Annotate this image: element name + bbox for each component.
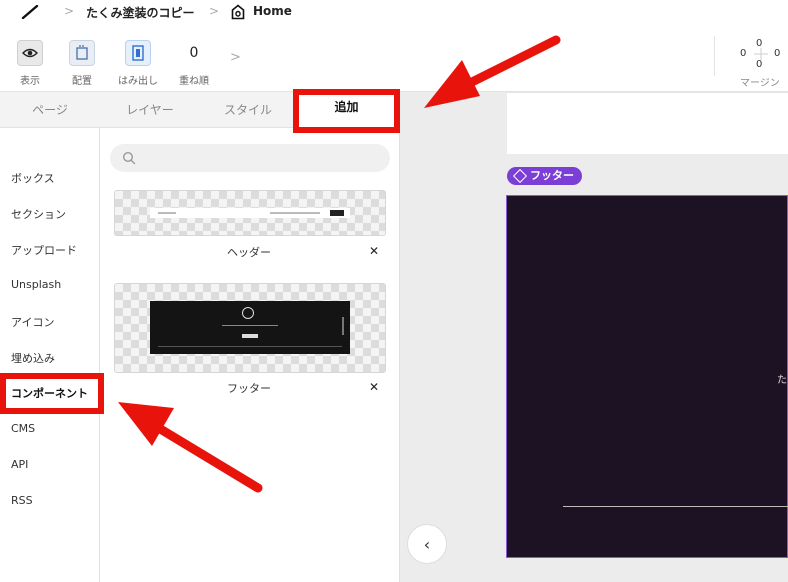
selected-element-badge[interactable]: フッター	[507, 167, 582, 185]
top-toolbar: > たくみ塗装のコピー > Home 表示 配置 はみ出し 0 重ね順 > 0 …	[0, 0, 788, 92]
chevron-right-icon[interactable]: >	[230, 50, 241, 65]
category-section[interactable]: セクション	[11, 206, 66, 222]
eye-icon	[17, 40, 43, 66]
view-label: 表示	[20, 76, 40, 87]
category-api[interactable]: API	[11, 458, 28, 471]
zorder-value[interactable]: 0	[172, 40, 216, 66]
component-header-name: ヘッダー	[227, 246, 271, 259]
pen-icon[interactable]	[20, 5, 40, 19]
footer-text: た	[777, 375, 787, 386]
category-unsplash[interactable]: Unsplash	[11, 278, 61, 291]
position-icon	[69, 40, 95, 66]
design-canvas[interactable]: フッター た ‹	[401, 92, 788, 582]
margin-bottom[interactable]: 0	[756, 59, 762, 70]
left-panel: ページ レイヤー スタイル 追加 ボックス セクション アップロード Unspl…	[0, 89, 400, 582]
footer-component[interactable]: た	[506, 195, 788, 558]
category-component[interactable]: コンポーネント	[0, 373, 104, 414]
view-tool[interactable]: 表示	[8, 40, 52, 87]
footer-divider	[563, 506, 788, 507]
component-header-thumbnail[interactable]	[114, 190, 386, 236]
zorder-label: 重ね順	[179, 76, 209, 87]
margin-left[interactable]: 0	[740, 48, 746, 59]
category-embed[interactable]: 埋め込み	[11, 350, 55, 366]
header-preview	[150, 208, 350, 218]
place-label: 配置	[72, 76, 92, 87]
chevron-left-icon: ‹	[423, 534, 431, 554]
toolbar-divider	[714, 36, 715, 76]
search-input[interactable]	[110, 144, 390, 172]
category-upload[interactable]: アップロード	[11, 242, 77, 258]
overflow-tool[interactable]: はみ出し	[116, 40, 160, 87]
close-icon[interactable]: ✕	[368, 244, 380, 258]
breadcrumb-separator: >	[64, 4, 75, 18]
search-icon	[122, 151, 136, 165]
close-icon[interactable]: ✕	[368, 380, 380, 394]
breadcrumb-page[interactable]: Home	[253, 4, 292, 18]
page-section[interactable]	[507, 92, 788, 154]
component-footer-thumbnail[interactable]	[114, 283, 386, 373]
overflow-label: はみ出し	[118, 76, 158, 87]
breadcrumb-separator: >	[209, 4, 220, 18]
component-diamond-icon	[512, 168, 528, 184]
category-rss[interactable]: RSS	[11, 494, 33, 507]
component-footer-name: フッター	[227, 382, 271, 395]
panel-tabs: ページ レイヤー スタイル 追加	[0, 89, 400, 133]
collapse-panel-button[interactable]: ‹	[407, 524, 447, 564]
tab-styles[interactable]: スタイル	[198, 92, 298, 128]
breadcrumb-project[interactable]: たくみ塗装のコピー	[86, 4, 194, 21]
category-cms[interactable]: CMS	[11, 422, 35, 435]
tab-layers[interactable]: レイヤー	[100, 92, 200, 128]
zorder-tool[interactable]: 0 重ね順	[172, 40, 216, 87]
home-icon	[231, 4, 245, 20]
crosshair-icon	[754, 48, 768, 60]
margin-control[interactable]: 0 0 0 0	[734, 36, 788, 76]
overflow-icon	[125, 40, 151, 66]
category-box[interactable]: ボックス	[11, 170, 55, 186]
tab-pages[interactable]: ページ	[0, 92, 100, 128]
category-list: ボックス セクション アップロード Unsplash アイコン 埋め込み コンポ…	[0, 128, 104, 582]
margin-label: マージン	[740, 78, 780, 89]
margin-right[interactable]: 0	[774, 48, 780, 59]
category-icon[interactable]: アイコン	[11, 314, 54, 330]
selected-element-label: フッター	[530, 169, 574, 182]
tab-add[interactable]: 追加	[293, 89, 400, 133]
footer-preview	[150, 301, 350, 354]
place-tool[interactable]: 配置	[60, 40, 104, 87]
